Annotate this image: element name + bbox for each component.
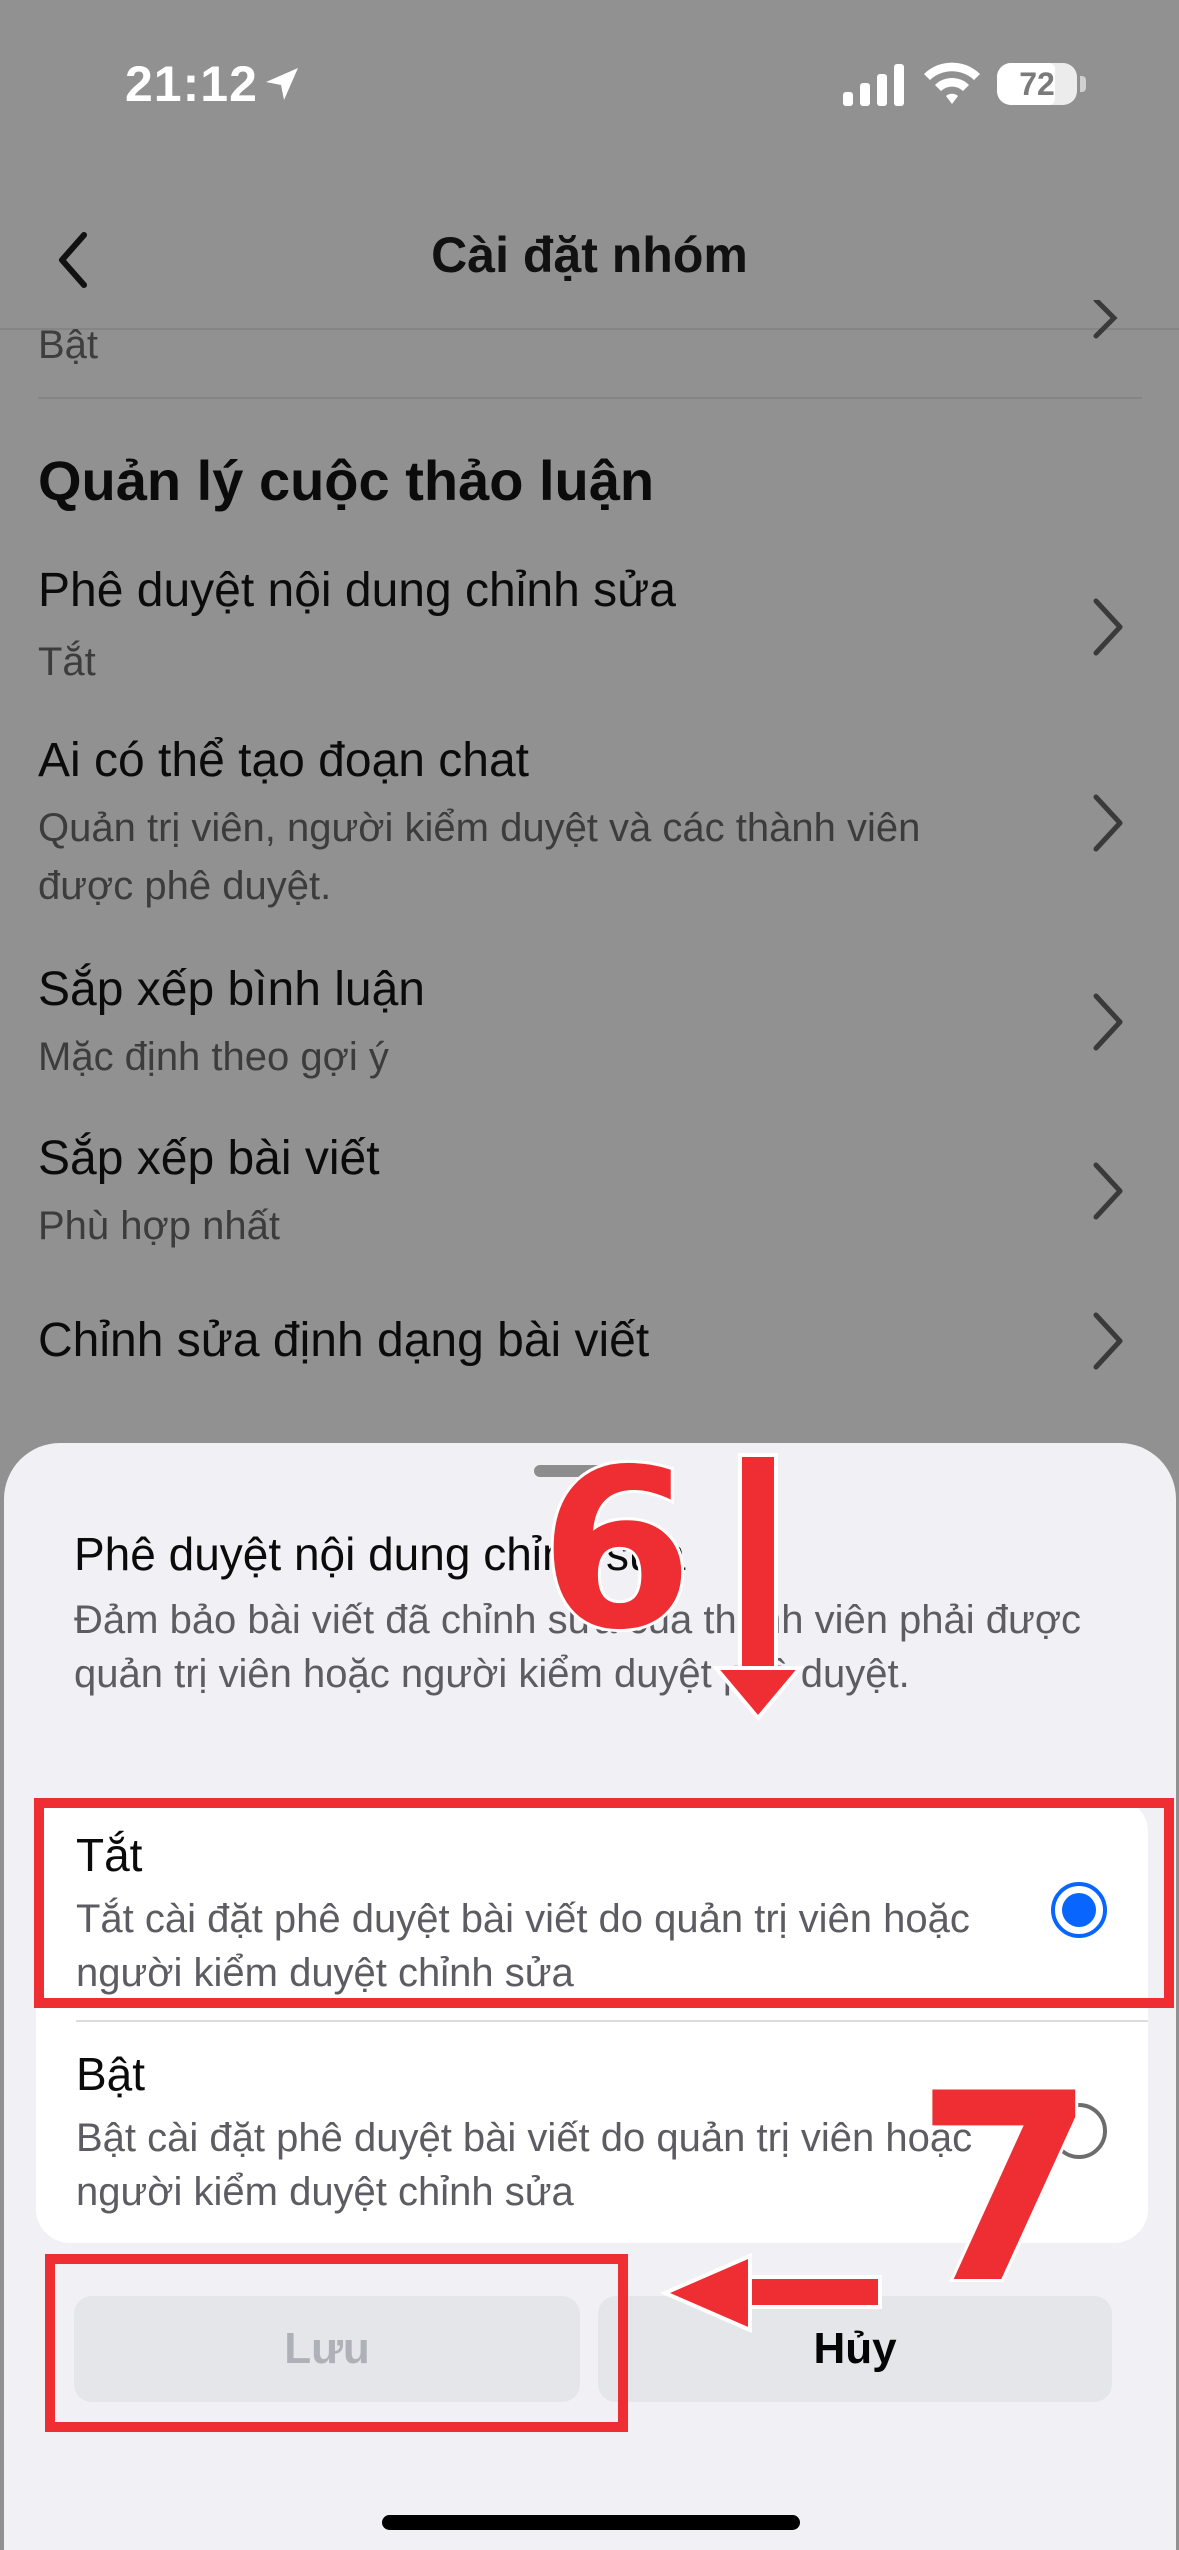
setting-title: Sắp xếp bài viết: [38, 1132, 380, 1185]
setting-title: Chỉnh sửa định dạng bài viết: [38, 1314, 650, 1367]
page-title: Cài đặt nhóm: [431, 227, 748, 283]
option-description: Bật cài đặt phê duyệt bài viết do quản t…: [76, 2116, 973, 2214]
setting-title: Phê duyệt nội dung chỉnh sửa: [38, 564, 676, 617]
option-title: Bật: [76, 2048, 146, 2100]
setting-edit-approval[interactable]: Phê duyệt nội dung chỉnh sửa Tắt: [0, 563, 1179, 684]
setting-post-sorting[interactable]: Sắp xếp bài viết Phù hợp nhất: [0, 1131, 1179, 1251]
setting-post-format[interactable]: Chỉnh sửa định dạng bài viết: [0, 1312, 1179, 1393]
battery-indicator: 72: [997, 63, 1077, 105]
setting-title: Sắp xếp bình luận: [38, 963, 425, 1016]
section-heading: Quản lý cuộc thảo luận: [38, 449, 655, 512]
nav-bar: Cài đặt nhóm: [0, 190, 1179, 330]
chevron-right-icon: [1093, 794, 1123, 852]
setting-subtitle: Quản trị viên, người kiểm duyệt và các t…: [38, 806, 921, 908]
status-bar: 21:12 72: [0, 0, 1179, 170]
chevron-right-icon: [1093, 300, 1118, 339]
cellular-signal-icon: [843, 64, 904, 106]
step-number-7: 7: [912, 2039, 1099, 2341]
setting-who-can-create-chat[interactable]: Ai có thể tạo đoạn chat Quản trị viên, n…: [0, 733, 1179, 913]
setting-title: Ai có thể tạo đoạn chat: [38, 734, 530, 787]
setting-subtitle: Phù hợp nhất: [38, 1204, 280, 1248]
setting-subtitle: Mặc định theo gợi ý: [38, 1035, 389, 1079]
chevron-right-icon: [1093, 1162, 1123, 1220]
setting-comment-sorting[interactable]: Sắp xếp bình luận Mặc định theo gợi ý: [0, 962, 1179, 1082]
battery-level: 72: [1019, 66, 1055, 102]
setting-subtitle: Tắt: [38, 640, 96, 684]
wifi-icon: [924, 62, 980, 104]
highlight-box-save: [45, 2254, 628, 2432]
status-time: 21:12: [125, 56, 258, 112]
step-number-6: 6: [537, 1422, 696, 1678]
home-indicator: [382, 2515, 800, 2530]
battery-cap: [1080, 76, 1086, 92]
location-arrow-icon: [266, 68, 298, 100]
chevron-right-icon: [1093, 993, 1123, 1051]
divider: [38, 397, 1142, 399]
partial-row-subtitle: Bật: [38, 323, 99, 367]
chevron-right-icon: [1093, 598, 1123, 656]
chevron-right-icon: [1093, 1312, 1123, 1370]
highlight-box-option: [34, 1798, 1174, 2008]
